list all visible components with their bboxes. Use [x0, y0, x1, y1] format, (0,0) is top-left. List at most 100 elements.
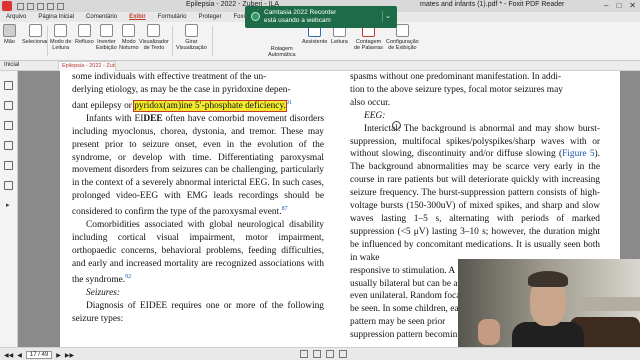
status-bar: ◀◀ ◀ 17 / 49 ▶ ▶▶ [0, 347, 640, 360]
next-page-button[interactable]: ▶ [56, 352, 61, 359]
signatures-icon[interactable] [4, 181, 13, 190]
read-aloud-label: Leitura [331, 39, 348, 45]
left-text-column: some individuals with effective treatmen… [72, 71, 324, 326]
minimize-button[interactable]: – [604, 1, 608, 10]
citation-link[interactable]: 87 [282, 206, 288, 212]
view-settings-icon [395, 24, 409, 37]
print-icon[interactable] [37, 2, 44, 10]
camtasia-webcam-notification[interactable]: Camtasia 2022 Recorder está usando a web… [245, 6, 397, 28]
text-line: also occur. [350, 97, 391, 108]
undo-icon[interactable] [47, 2, 54, 10]
word-count-button[interactable]: Contagem de Palavras [354, 24, 383, 51]
menu-tab-formulario[interactable]: Formulário [152, 14, 193, 20]
continuous-page-icon[interactable] [313, 350, 321, 358]
reflow-label: Refluxo [75, 39, 94, 45]
citation-link[interactable]: 92 [125, 274, 131, 280]
webcam-shelf [578, 297, 640, 311]
comments-icon[interactable] [4, 121, 13, 130]
first-page-button[interactable]: ◀◀ [4, 352, 13, 359]
word-count-label: Contagem de Palavras [354, 39, 384, 51]
section-heading: EEG: [364, 110, 386, 121]
rotate-view-label: Girar Visualização [176, 39, 207, 51]
tab-inicial[interactable]: Inicial [4, 62, 19, 68]
text-fragment: Comorbidities associated with global neu… [72, 220, 324, 285]
attachments-icon[interactable] [4, 161, 13, 170]
webcam-overlay [458, 259, 640, 360]
bookmark-icon[interactable] [4, 81, 13, 90]
hand-tool-button[interactable]: Mão [3, 24, 16, 45]
webcam-presenter-hair [528, 271, 568, 287]
tab-current-document[interactable]: Epilepsia - 2022 - Zub... [58, 61, 116, 71]
reading-mode-button[interactable]: Modo de Leitura [50, 24, 71, 51]
select-tool-button[interactable]: Selecionar [22, 24, 48, 45]
menu-tab-exibir[interactable]: Exibir [123, 14, 152, 20]
redo-icon[interactable] [57, 2, 64, 10]
invert-view-icon [99, 24, 113, 37]
page-number-input[interactable]: 17 / 49 [25, 351, 53, 359]
foxit-app-icon[interactable] [2, 1, 12, 11]
cursor-icon [28, 24, 42, 37]
document-title-suffix: mates and infants (1).pdf * - Foxit PDF … [420, 1, 565, 8]
toast-title: Camtasia 2022 Recorder [264, 9, 337, 16]
figure-link[interactable]: Figure 5 [562, 149, 594, 159]
highlighted-text[interactable]: pyridox(am)ine 5′-phosphate deficiency. [133, 99, 287, 112]
webcam-presenter-hand [478, 319, 500, 345]
previous-page-button[interactable]: ◀ [17, 352, 22, 359]
facing-page-icon[interactable] [326, 350, 334, 358]
menu-tab-proteger[interactable]: Proteger [192, 14, 227, 20]
text-line: some individuals with effective treatmen… [72, 72, 267, 82]
text-fragment: ). The background abnormalities may be s… [350, 149, 600, 263]
view-settings-label: Configuração de Exibição [386, 39, 419, 51]
ribbon-divider [172, 26, 173, 56]
expand-panel-arrow-icon[interactable]: ▸ [6, 201, 10, 209]
mouse-cursor-icon [392, 121, 401, 130]
window-controls: – □ ✕ [604, 1, 636, 10]
invert-view-label: Inverter Exibição [96, 39, 117, 51]
single-page-icon[interactable] [300, 350, 308, 358]
paragraph: Diagnosis of EIDEE requires one or more … [72, 300, 324, 324]
hand-icon [3, 24, 16, 37]
reading-mode-icon [54, 24, 68, 37]
reflow-button[interactable]: Refluxo [75, 24, 94, 45]
text-fragment: dant epilepsy or [72, 100, 135, 111]
invert-view-button[interactable]: Inverter Exibição [96, 24, 117, 51]
text-line: dant epilepsy or pyridox(am)ine 5′-phosp… [72, 97, 324, 113]
document-tab-bar: Inicial Epilepsia - 2022 - Zub... [0, 61, 640, 71]
selected-word: DEE [143, 113, 163, 124]
fit-width-icon[interactable] [339, 350, 347, 358]
night-mode-label: Modo Noturno [119, 39, 139, 51]
save-icon[interactable] [27, 2, 34, 10]
auto-scroll-button[interactable]: Rolagem Automática [268, 46, 296, 58]
night-mode-button[interactable]: Modo Noturno [119, 24, 139, 51]
page-thumbnails-icon[interactable] [4, 101, 13, 110]
text-viewer-button[interactable]: Visualizador de Texto [139, 24, 169, 51]
menu-tab-arquivo[interactable]: Arquivo [0, 14, 32, 20]
section-heading: Seizures: [86, 287, 121, 298]
webcam-indicator-icon [251, 12, 260, 21]
last-page-button[interactable]: ▶▶ [65, 352, 74, 359]
auto-scroll-label: Rolagem Automática [268, 46, 296, 58]
select-tool-label: Selecionar [22, 39, 48, 45]
page-navigation: ◀◀ ◀ 17 / 49 ▶ ▶▶ [4, 351, 74, 359]
text-fragment: Infants with EI [86, 113, 144, 124]
menu-tab-pagina-inicial[interactable]: Página Inicial [32, 14, 80, 20]
text-viewer-label: Visualizador de Texto [139, 39, 169, 51]
layers-icon[interactable] [4, 141, 13, 150]
text-viewer-icon [147, 24, 161, 37]
maximize-button[interactable]: □ [616, 1, 621, 10]
chevron-down-icon[interactable]: ⌄ [382, 11, 393, 22]
rotate-icon [184, 24, 198, 37]
night-mode-icon [122, 24, 136, 37]
text-line: derlying etiology, as may be the case in… [72, 84, 291, 95]
citation-link[interactable]: 91 [286, 100, 292, 106]
close-button[interactable]: ✕ [629, 1, 636, 10]
toast-message: está usando a webcam [264, 17, 331, 24]
text-fragment: often have comorbid movement disorders i… [72, 113, 324, 218]
paragraph: Interictal: The background is abnormal a… [350, 123, 600, 265]
rotate-view-button[interactable]: Girar Visualização [176, 24, 207, 51]
view-settings-button[interactable]: Configuração de Exibição [386, 24, 419, 51]
menu-tab-comentario[interactable]: Comentário [80, 14, 123, 20]
open-icon[interactable] [17, 2, 24, 10]
view-mode-buttons [300, 350, 347, 358]
text-line: tion to the above seizure types, focal m… [350, 84, 563, 95]
